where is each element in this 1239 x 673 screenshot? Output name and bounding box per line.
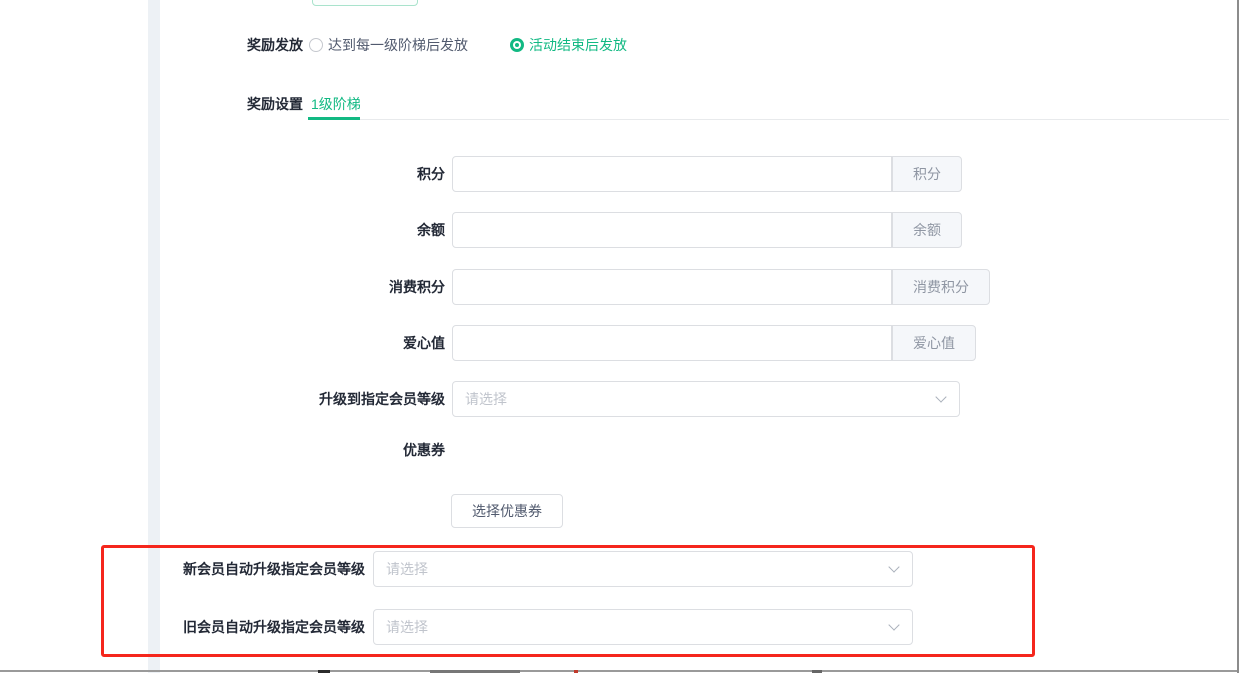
- old-member-upgrade-select-input[interactable]: [374, 619, 890, 635]
- radio-option-label: 活动结束后发放: [529, 35, 627, 55]
- old-member-upgrade-label: 旧会员自动升级指定会员等级: [160, 609, 365, 645]
- reward-distribution-label: 奖励发放: [247, 35, 303, 55]
- balance-suffix: 余额: [892, 212, 962, 248]
- page: 奖励发放 达到每一级阶梯后发放 活动结束后发放 奖励设置 1级阶梯 积分 积分 …: [0, 0, 1239, 673]
- radio-inner-ring: [513, 41, 521, 49]
- coupon-label: 优惠券: [240, 432, 445, 468]
- upgrade-level-select[interactable]: [452, 381, 960, 417]
- tab-active-indicator: [308, 117, 360, 120]
- new-member-upgrade-select[interactable]: [373, 551, 913, 587]
- balance-label: 余额: [240, 212, 445, 248]
- points-label: 积分: [240, 156, 445, 192]
- radio-checked-icon[interactable]: [510, 38, 524, 52]
- new-member-upgrade-select-input[interactable]: [374, 561, 890, 577]
- select-coupon-button[interactable]: 选择优惠券: [451, 494, 563, 528]
- chevron-down-icon: [935, 391, 946, 402]
- balance-input[interactable]: [452, 212, 892, 248]
- radio-option-per-tier[interactable]: 达到每一级阶梯后发放: [309, 35, 468, 55]
- chevron-down-icon: [888, 619, 899, 630]
- points-input[interactable]: [452, 156, 892, 192]
- radio-inner-dot: [515, 43, 519, 47]
- tab-bar-divider: [310, 119, 1229, 120]
- radio-option-label: 达到每一级阶梯后发放: [328, 35, 468, 55]
- love-value-input[interactable]: [452, 325, 892, 361]
- window-bottom-border: [0, 670, 1239, 672]
- love-value-suffix: 爱心值: [892, 325, 976, 361]
- consume-points-input[interactable]: [452, 269, 892, 305]
- love-value-label: 爱心值: [240, 325, 445, 361]
- consume-points-suffix: 消费积分: [892, 269, 990, 305]
- reward-settings-label: 奖励设置: [247, 94, 303, 114]
- partial-top-button[interactable]: [312, 0, 418, 6]
- tab-tier-1[interactable]: 1级阶梯: [311, 94, 361, 114]
- chevron-down-icon: [888, 561, 899, 572]
- upgrade-level-select-input[interactable]: [453, 391, 937, 407]
- reward-distribution-row: 奖励发放 达到每一级阶梯后发放 活动结束后发放: [247, 36, 627, 53]
- consume-points-label: 消费积分: [240, 269, 445, 305]
- radio-option-after-activity[interactable]: 活动结束后发放: [510, 35, 627, 55]
- new-member-upgrade-label: 新会员自动升级指定会员等级: [160, 551, 365, 587]
- radio-unchecked-icon[interactable]: [309, 38, 323, 52]
- points-suffix: 积分: [892, 156, 962, 192]
- old-member-upgrade-select[interactable]: [373, 609, 913, 645]
- upgrade-level-label: 升级到指定会员等级: [240, 381, 445, 417]
